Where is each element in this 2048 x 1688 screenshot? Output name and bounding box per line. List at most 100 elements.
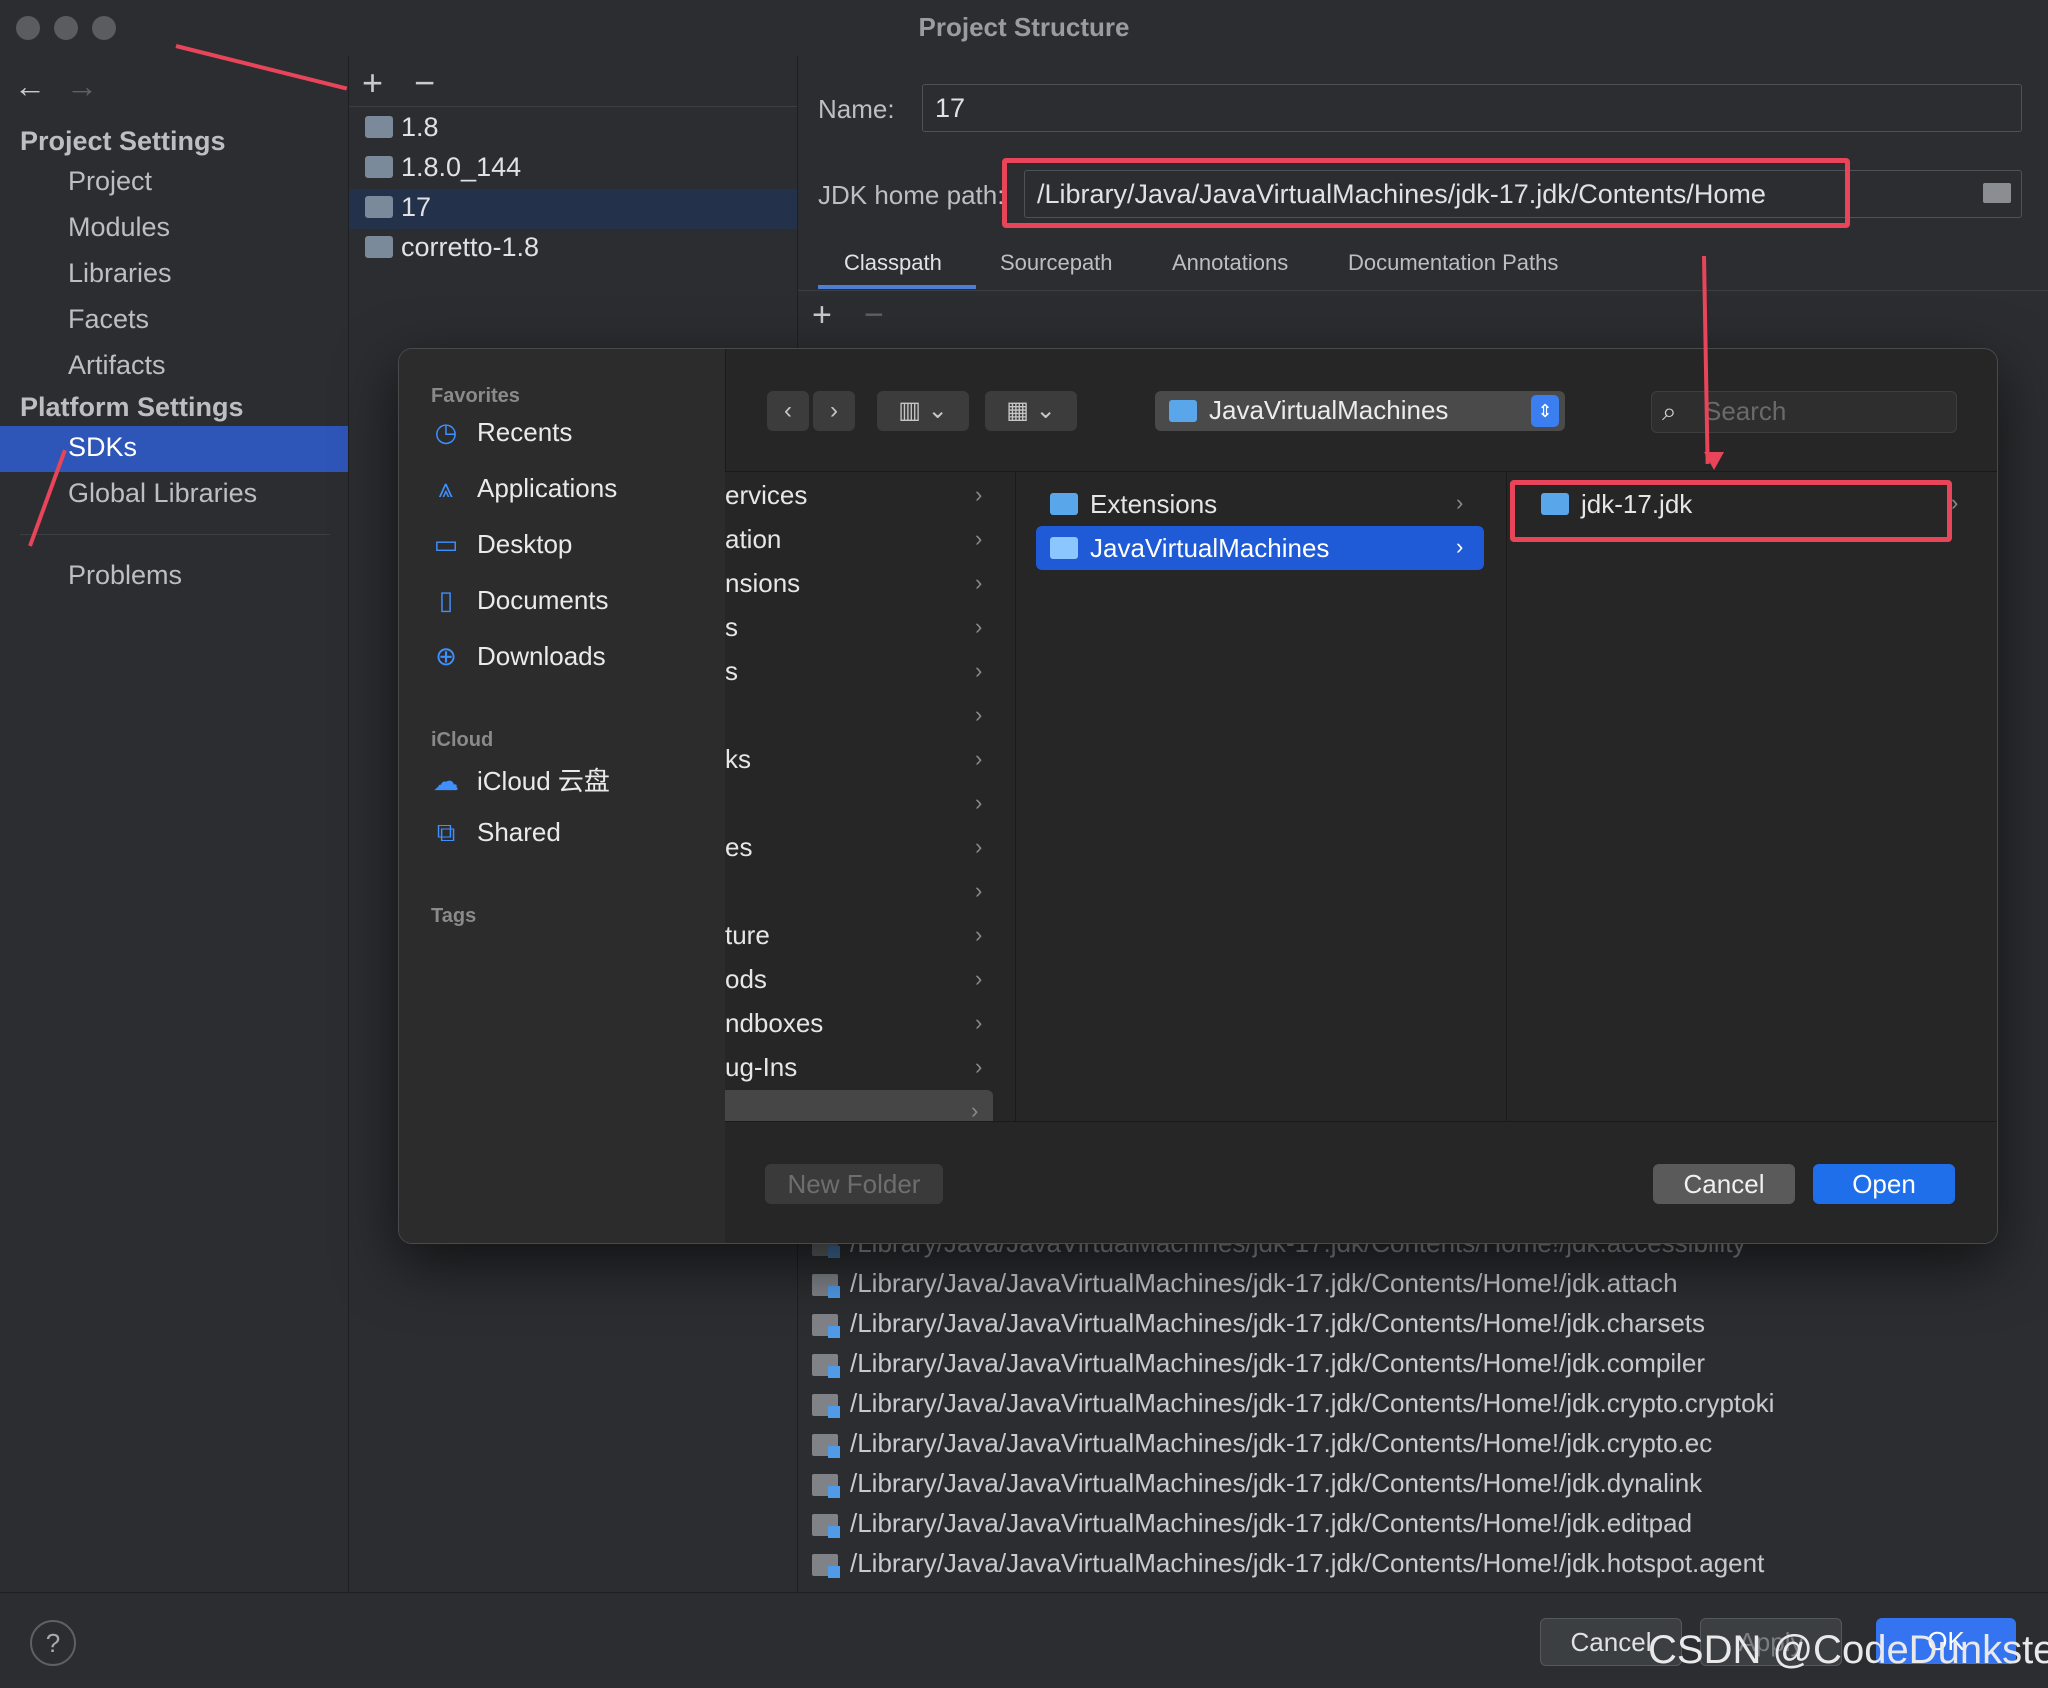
columns-view-icon: ▥ ⌄	[898, 397, 948, 424]
chevron-right-icon: ›	[975, 1010, 983, 1035]
browse-folder-icon[interactable]	[1983, 183, 2011, 203]
nav-item-sdks[interactable]: SDKs	[68, 432, 137, 463]
list-item[interactable]: ks ›	[725, 738, 1015, 782]
chevron-right-icon: ›	[975, 790, 983, 815]
chevron-right-icon: ›	[830, 397, 838, 424]
jdk-path-highlight-box	[1002, 158, 1850, 228]
sidebar-item-downloads[interactable]: ⊕ Downloads	[431, 641, 606, 672]
search-placeholder: Search	[1704, 396, 1787, 426]
sdk-item[interactable]: 1.8	[365, 110, 795, 150]
sidebar-item-desktop[interactable]: ▭ Desktop	[431, 529, 573, 560]
list-item[interactable]: s ›	[725, 650, 1015, 694]
folder-icon	[1050, 493, 1078, 515]
sdk-folder-icon	[365, 116, 393, 138]
sdk-toolbar-divider	[349, 106, 797, 107]
folder-icon	[1050, 537, 1078, 559]
tab-annotations[interactable]: Annotations	[1172, 250, 1288, 276]
chevron-right-icon: ›	[975, 570, 983, 595]
group-button[interactable]: ▦ ⌄	[985, 391, 1077, 431]
chevron-right-icon: ›	[975, 966, 983, 991]
nav-item-project[interactable]: Project	[68, 166, 152, 197]
tab-documentation-paths[interactable]: Documentation Paths	[1348, 250, 1558, 276]
nav-item-problems[interactable]: Problems	[68, 560, 182, 591]
list-item[interactable]: ture ›	[725, 914, 1015, 958]
chevron-right-icon: ›	[975, 878, 983, 903]
list-item[interactable]: ation ›	[725, 518, 1015, 562]
sidebar-item-documents[interactable]: ▯ Documents	[431, 585, 609, 616]
nav-item-modules[interactable]: Modules	[68, 212, 170, 243]
watermark: CSDN @CodeDunkster	[1648, 1628, 2048, 1672]
jar-folder-icon	[812, 1314, 840, 1338]
cloud-icon: ☁	[433, 766, 459, 796]
download-icon: ⊕	[435, 641, 457, 671]
list-item-extensions[interactable]: Extensions ›	[1036, 482, 1484, 526]
jar-folder-icon	[812, 1354, 840, 1378]
nav-item-artifacts[interactable]: Artifacts	[68, 350, 166, 381]
sidebar-item-applications[interactable]: ⩓ Applications	[431, 473, 618, 505]
list-item[interactable]: nsions ›	[725, 562, 1015, 606]
sdk-name-field[interactable]: 17	[922, 84, 2022, 132]
browser-column-3: jdk-17.jdk ›	[1507, 471, 1997, 1122]
sdk-name-value: 17	[935, 93, 966, 123]
list-item[interactable]: ods ›	[725, 958, 1015, 1002]
settings-sidebar	[0, 56, 349, 1592]
back-button[interactable]: ‹	[767, 391, 809, 431]
name-label: Name:	[818, 94, 895, 124]
annotation-arrowhead	[1704, 452, 1724, 470]
chevron-right-icon: ›	[975, 1054, 983, 1079]
sidebar-item-shared[interactable]: ⧉ Shared	[431, 817, 561, 849]
clock-icon: ◷	[434, 417, 458, 447]
forward-arrow-icon[interactable]: →	[66, 68, 98, 105]
platform-settings-heading: Platform Settings	[20, 392, 244, 422]
list-item[interactable]: ›	[725, 870, 1015, 914]
jar-folder-icon	[812, 1434, 840, 1458]
browser-column-1: ervices › ation › nsions › s › s › › ks › › es…	[725, 471, 1016, 1134]
list-item-javavirtualmachines[interactable]: JavaVirtualMachines ›	[1036, 526, 1484, 570]
chevron-right-icon: ›	[1951, 490, 1959, 515]
nav-item-facets[interactable]: Facets	[68, 304, 149, 335]
sdk-folder-icon	[365, 196, 393, 218]
sidebar-item-icloud-drive[interactable]: ☁ iCloud 云盘	[431, 761, 610, 798]
dialog-footer: New Folder Cancel Open	[725, 1121, 1997, 1243]
chevron-right-icon: ›	[975, 834, 983, 859]
sdk-item[interactable]: corretto-1.8	[365, 230, 795, 270]
view-mode-button[interactable]: ▥ ⌄	[877, 391, 969, 431]
chevron-right-icon: ›	[975, 702, 983, 727]
shared-folder-icon: ⧉	[436, 817, 456, 847]
list-item[interactable]: ›	[725, 694, 1015, 738]
sdk-item-selected[interactable]: 17	[365, 190, 795, 230]
add-sdk-button[interactable]: +	[362, 62, 383, 104]
nav-item-libraries[interactable]: Libraries	[68, 258, 172, 289]
tab-sourcepath[interactable]: Sourcepath	[1000, 250, 1113, 276]
add-classpath-button[interactable]: +	[812, 296, 832, 335]
list-item[interactable]: ug-Ins ›	[725, 1046, 1015, 1090]
sidebar-item-recents[interactable]: ◷ Recents	[431, 417, 573, 448]
jar-folder-icon	[812, 1274, 840, 1298]
dialog-open-button[interactable]: Open	[1813, 1164, 1955, 1204]
tab-classpath[interactable]: Classpath	[844, 250, 942, 276]
list-item[interactable]: es ›	[725, 826, 1015, 870]
dialog-cancel-button[interactable]: Cancel	[1653, 1164, 1795, 1204]
browser-column-2: Extensions › JavaVirtualMachines ›	[1016, 471, 1507, 1122]
new-folder-button[interactable]: New Folder	[765, 1164, 943, 1204]
nav-item-global-libraries[interactable]: Global Libraries	[68, 478, 257, 509]
sdk-folder-icon	[365, 156, 393, 178]
path-popup-button[interactable]: JavaVirtualMachines ⇕	[1155, 391, 1565, 431]
remove-classpath-button[interactable]: −	[864, 296, 884, 335]
jdk-home-path-label: JDK home path:	[818, 180, 1005, 210]
jar-folder-icon	[812, 1394, 840, 1418]
tabs-divider	[798, 290, 2048, 291]
list-item[interactable]: s ›	[725, 606, 1015, 650]
chevron-right-icon: ›	[1456, 490, 1464, 515]
search-field[interactable]: ⌕ Search	[1651, 391, 1957, 433]
help-button[interactable]: ?	[30, 1620, 76, 1666]
back-arrow-icon[interactable]: ←	[14, 68, 46, 105]
sdk-item[interactable]: 1.8.0_144	[365, 150, 795, 190]
chevron-right-icon: ›	[975, 482, 983, 507]
list-item[interactable]: ›	[725, 782, 1015, 826]
list-item[interactable]: ndboxes ›	[725, 1002, 1015, 1046]
remove-sdk-button[interactable]: −	[414, 62, 435, 104]
forward-button[interactable]: ›	[813, 391, 855, 431]
icloud-heading: iCloud	[431, 729, 494, 751]
list-item[interactable]: ervices ›	[725, 474, 1015, 518]
